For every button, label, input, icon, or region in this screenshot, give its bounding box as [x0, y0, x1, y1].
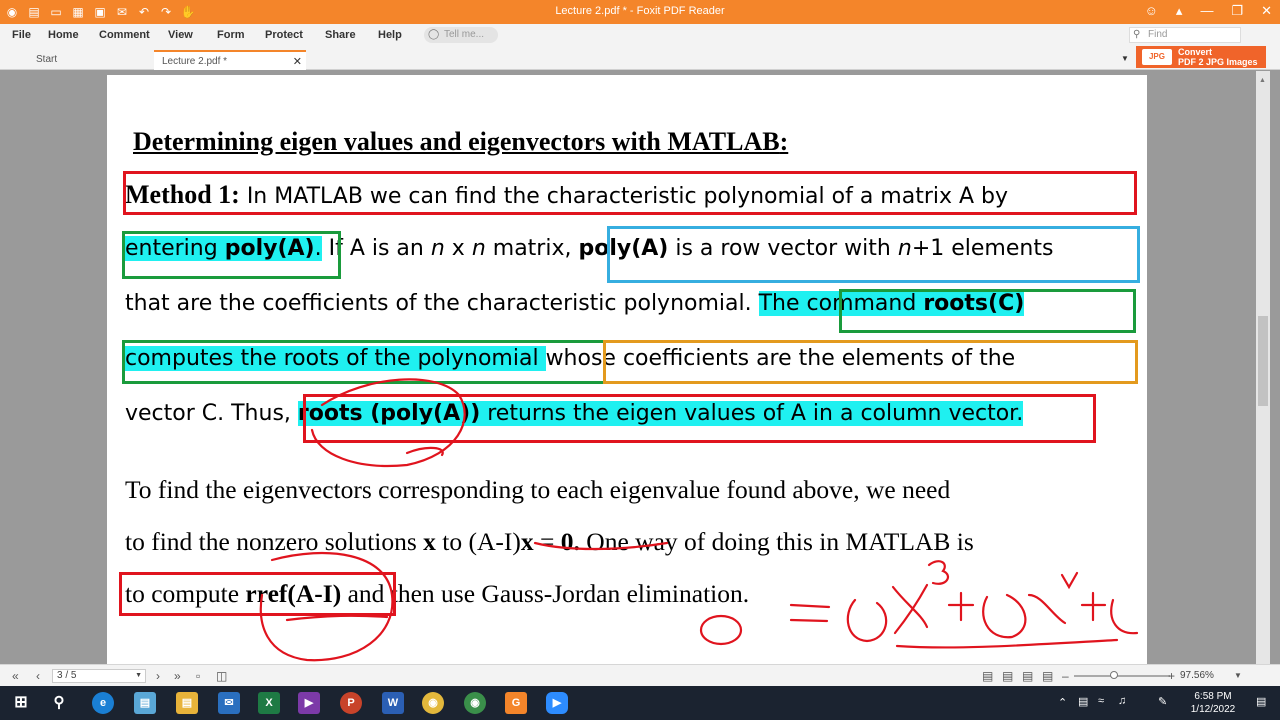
handwriting-overlay — [259, 378, 1139, 662]
title-bar: ◉ ▤ ▭ ▦ ▣ ✉ ↶ ↷ ✋ Lecture 2.pdf * - Foxi… — [0, 0, 1280, 24]
zoom-out-icon[interactable]: – — [1062, 669, 1069, 683]
single-page-icon[interactable]: ▫ — [196, 669, 200, 683]
ink-underline-AI — [533, 541, 669, 551]
ink-x2 — [1027, 593, 1067, 625]
find-input[interactable]: ⚲ Find — [1129, 27, 1241, 43]
menu-protect[interactable]: Protect — [265, 29, 303, 41]
close-icon[interactable]: ✕ — [1261, 3, 1272, 19]
tab-start[interactable]: Start — [28, 50, 152, 70]
mail-app-icon[interactable]: ✉ — [218, 692, 240, 714]
ink-zero — [699, 614, 743, 646]
page-number-input[interactable]: 3 / 5 ▼ — [52, 669, 146, 683]
next-page-icon[interactable]: › — [156, 669, 160, 683]
edge-icon[interactable]: e — [92, 692, 114, 714]
document-area: Determining eigen values and eigenvector… — [0, 71, 1280, 664]
tab-document[interactable]: Lecture 2.pdf * ✕ — [154, 50, 306, 70]
account-icon[interactable]: ☺ — [1145, 3, 1158, 19]
page-number-value: 3 / 5 — [57, 670, 77, 681]
clock-time: 6:58 PM — [1194, 691, 1232, 702]
last-page-icon[interactable]: » — [174, 669, 181, 683]
jpg-icon: JPG — [1142, 49, 1172, 65]
excel-icon[interactable]: X — [258, 692, 280, 714]
zoom-dropdown-icon[interactable]: ▼ — [1234, 671, 1242, 680]
taskbar-clock[interactable]: 6:58 PM 1/12/2022 — [1188, 690, 1238, 716]
visual-studio-icon[interactable]: ▶ — [298, 692, 320, 714]
ink-equals — [789, 603, 831, 623]
ribbon-options-icon[interactable]: ▴ — [1176, 3, 1183, 19]
ink-underline-rref — [285, 614, 389, 622]
windows-taskbar: ⊞ ⚲ e ▤ ▤ ✉ X ▶ P W ◉ ◉ G ▶ ⌃ ▤ ≈ ♫ ✎ ▤ … — [0, 686, 1280, 720]
ink-plus-2 — [1080, 591, 1107, 622]
zoom-level[interactable]: 97.56% — [1180, 670, 1214, 681]
prev-page-icon[interactable]: ‹ — [36, 669, 40, 683]
ink-exp-3 — [927, 560, 950, 585]
menu-form[interactable]: Form — [217, 29, 245, 41]
ink-paren-1 — [846, 598, 888, 643]
ink-underline-eq — [895, 638, 1119, 649]
view-mode-3-icon[interactable]: ▤ — [1022, 669, 1033, 683]
restore-icon[interactable]: ❐ — [1231, 3, 1243, 19]
status-bar: « ‹ 3 / 5 ▼ › » ▫ ◫ ▤ ▤ ▤ ▤ – + 97.56% ▼ — [0, 664, 1280, 686]
tab-bar: Start Lecture 2.pdf * ✕ — [0, 46, 1280, 70]
window-title: Lecture 2.pdf * - Foxit PDF Reader — [555, 5, 725, 17]
file-explorer-icon[interactable]: ▤ — [176, 692, 198, 714]
tell-me-search[interactable]: ◯ Tell me... — [424, 27, 498, 43]
continuous-page-icon[interactable]: ◫ — [216, 669, 227, 683]
tab-document-label: Lecture 2.pdf * — [162, 56, 228, 67]
windows-start-icon[interactable]: ⊞ — [10, 692, 32, 714]
menu-help[interactable]: Help — [378, 29, 402, 41]
taskbar-search-icon[interactable]: ⚲ — [48, 692, 70, 714]
tray-overflow-icon[interactable]: ⌃ — [1058, 696, 1067, 709]
pen-icon[interactable]: ✎ — [1158, 695, 1167, 708]
ink-circle-rref — [259, 551, 394, 662]
convert-ad-button[interactable]: JPG Convert PDF 2 JPG Images — [1136, 46, 1266, 68]
view-mode-4-icon[interactable]: ▤ — [1042, 669, 1053, 683]
menu-home[interactable]: Home — [48, 29, 79, 41]
wifi-icon[interactable]: ≈ — [1098, 695, 1104, 707]
zoom-slider-knob[interactable] — [1110, 671, 1119, 679]
scroll-thumb[interactable] — [1258, 316, 1268, 406]
foxit-taskbar-icon[interactable]: G — [505, 692, 527, 714]
page-dropdown-icon[interactable]: ▼ — [135, 670, 142, 682]
chrome-profile-icon[interactable]: ◉ — [464, 692, 486, 714]
close-tab-icon[interactable]: ✕ — [293, 52, 302, 72]
tell-me-placeholder: Tell me... — [444, 29, 485, 40]
zoom-app-icon[interactable]: ▶ — [546, 692, 568, 714]
menu-share[interactable]: Share — [325, 29, 356, 41]
ink-paren-2 — [982, 593, 1027, 639]
scroll-up-icon[interactable]: ▲ — [1259, 77, 1266, 84]
convert-line2: PDF 2 JPG Images — [1178, 57, 1258, 67]
chrome-icon[interactable]: ◉ — [422, 692, 444, 714]
ink-x — [891, 583, 929, 635]
view-mode-1-icon[interactable]: ▤ — [982, 669, 993, 683]
zoom-in-icon[interactable]: + — [1168, 669, 1175, 683]
first-page-icon[interactable]: « — [12, 669, 19, 683]
convert-line1: Convert — [1178, 47, 1213, 57]
window-controls: ☺ ▴ — ❐ ✕ — [1145, 3, 1272, 19]
notifications-icon[interactable]: ▤ — [1256, 695, 1266, 708]
tab-list-dropdown-icon[interactable]: ▼ — [1121, 54, 1129, 63]
minimize-icon[interactable]: — — [1200, 3, 1213, 19]
ink-exp-v — [1060, 571, 1079, 590]
clock-date: 1/12/2022 — [1190, 704, 1236, 715]
zoom-slider[interactable] — [1074, 671, 1170, 679]
pdf-page: Determining eigen values and eigenvector… — [107, 75, 1147, 664]
lightbulb-icon: ◯ — [428, 29, 440, 40]
ink-plus-1 — [947, 591, 975, 622]
word-icon[interactable]: W — [382, 692, 404, 714]
network-icon[interactable]: ▤ — [1078, 695, 1088, 708]
find-placeholder: Find — [1148, 29, 1168, 40]
search-icon: ⚲ — [1133, 29, 1141, 40]
ink-paren-3 — [1110, 598, 1139, 635]
vertical-scrollbar[interactable]: ▲ — [1256, 71, 1270, 664]
menu-file[interactable]: File — [12, 29, 31, 41]
notepad-icon[interactable]: ▤ — [134, 692, 156, 714]
menu-comment[interactable]: Comment — [99, 29, 150, 41]
volume-icon[interactable]: ♫ — [1118, 695, 1126, 707]
powerpoint-icon[interactable]: P — [340, 692, 362, 714]
menu-view[interactable]: View — [168, 29, 193, 41]
view-mode-2-icon[interactable]: ▤ — [1002, 669, 1013, 683]
menu-bar: File Home Comment View Form Protect Shar… — [0, 24, 1280, 46]
